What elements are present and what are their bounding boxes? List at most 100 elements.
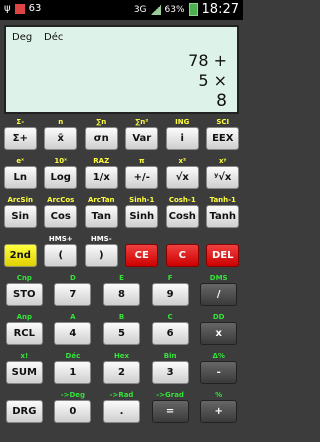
key-secondary-label: ArcSin (7, 196, 33, 204)
key-row: x! SUM Déc 1 Hex 2 Bin 3 Δ% - (0, 352, 243, 388)
key-secondary-label: x! (20, 352, 29, 360)
key-secondary-label: ArcTan (87, 196, 115, 204)
key-ce-button[interactable]: CE (125, 244, 159, 267)
key-sym-button[interactable]: ( (44, 244, 78, 267)
key-0-button[interactable]: 0 (54, 400, 92, 423)
key-secondary-label: DMS (209, 274, 228, 282)
key-secondary-label: DD (212, 313, 225, 321)
key-secondary-label: SCI (216, 118, 230, 126)
key-secondary-label: F (167, 274, 173, 282)
key-sto-button[interactable]: STO (5, 283, 43, 306)
key-secondary-label: Σ- (16, 118, 25, 126)
key-row: DRG ->Deg 0 ->Rad. ->Grad =% + (0, 391, 243, 427)
key-secondary-label: Bin (163, 352, 177, 360)
key-secondary-label: Tanh-1 (209, 196, 236, 204)
battery-percent: 63% (164, 4, 185, 15)
key-secondary-label: B (118, 313, 125, 321)
key-6-button[interactable]: 6 (151, 322, 189, 345)
key-secondary-label: % (215, 391, 223, 399)
key-rcl-button[interactable]: RCL (5, 322, 43, 345)
key-secondary-label: C (167, 313, 173, 321)
key-row: Cnp STO D 7 E 8 F 9 DMS / (0, 274, 243, 310)
key-x-button[interactable]: x (200, 322, 238, 345)
status-bar: ψ 63 3G 63% 18:27 (0, 0, 243, 20)
key-cos-button[interactable]: Cos (44, 205, 78, 228)
key-c-button[interactable]: C (165, 244, 199, 267)
key-x-button[interactable]: √x (165, 166, 199, 189)
key-4-button[interactable]: 4 (54, 322, 92, 345)
usb-icon: ψ (4, 3, 11, 14)
key-secondary-label: ->Rad (109, 391, 134, 399)
key-2-button[interactable]: 2 (103, 361, 140, 384)
clock: 18:27 (201, 2, 239, 17)
key-sym-button[interactable]: = (151, 400, 189, 423)
key-x-button[interactable]: x̄ (44, 127, 78, 150)
key-sin-button[interactable]: Sin (3, 205, 37, 228)
angle-mode: Deg (12, 32, 33, 43)
key-sym-button[interactable]: +/- (125, 166, 159, 189)
key-secondary-label: ING (175, 118, 190, 126)
key-5-button[interactable]: 5 (103, 322, 140, 345)
key-3-button[interactable]: 3 (151, 361, 189, 384)
key-secondary-label: E (119, 274, 124, 282)
key-secondary-label: Anp (16, 313, 32, 321)
key-2nd-button[interactable]: 2nd (3, 244, 37, 267)
key-sym-button[interactable]: ) (84, 244, 118, 267)
key-secondary-label: D (69, 274, 76, 282)
key-secondary-label: HMS+ (48, 235, 73, 243)
key-row: eˣ Ln 10ˣ Log RAZ 1/x π +/- x² √x xʸ ʸ√x (0, 157, 243, 193)
key-drg-button[interactable]: DRG (5, 400, 43, 423)
key-sym-button[interactable]: . (103, 400, 140, 423)
key-cosh-button[interactable]: Cosh (165, 205, 199, 228)
notification-icon (14, 3, 25, 14)
key-sym-button[interactable]: Σ+ (3, 127, 37, 150)
key-i-button[interactable]: i (165, 127, 199, 150)
key-n-button[interactable]: σn (84, 127, 118, 150)
key-tanh-button[interactable]: Tanh (206, 205, 240, 228)
key-row: Σ- Σ+ n x̄ ∑n σn ∑n² Var ING i SCI EEX (0, 118, 243, 154)
key-secondary-label: x² (178, 157, 187, 165)
key-secondary-label: HMS- (90, 235, 112, 243)
number-base: Déc (44, 32, 64, 43)
key-secondary-label: ∑n² (135, 118, 149, 126)
key-sym-button[interactable]: - (200, 361, 238, 384)
battery-icon (188, 3, 198, 16)
key-1-x-button[interactable]: 1/x (84, 166, 118, 189)
calculator-display: Deg Déc 78 + 5 × 8 (4, 25, 239, 114)
key-secondary-label: Cnp (16, 274, 32, 282)
key-secondary-label: Δ% (212, 352, 225, 360)
display-line-1: 78 + (188, 51, 227, 70)
signal-icon (150, 4, 161, 15)
key-secondary-label: ->Deg (60, 391, 86, 399)
key-log-button[interactable]: Log (44, 166, 78, 189)
key-secondary-label: A (70, 313, 76, 321)
key-del-button[interactable]: DEL (206, 244, 240, 267)
key-eex-button[interactable]: EEX (206, 127, 240, 150)
key-secondary-label: eˣ (16, 157, 25, 165)
key-secondary-label: Déc (65, 352, 81, 360)
key-secondary-label: n (58, 118, 64, 126)
key-var-button[interactable]: Var (125, 127, 159, 150)
key-x-button[interactable]: ʸ√x (206, 166, 240, 189)
network-type: 3G (133, 4, 147, 15)
key-secondary-label: ArcCos (47, 196, 75, 204)
key-sinh-button[interactable]: Sinh (125, 205, 159, 228)
key-9-button[interactable]: 9 (151, 283, 189, 306)
key-row: ArcSin Sin ArcCos Cos ArcTan Tan Sinh-1 Sinh Cos… (0, 196, 243, 232)
key-sym-button[interactable]: + (200, 400, 238, 423)
key-sym-button[interactable]: / (200, 283, 238, 306)
key-7-button[interactable]: 7 (54, 283, 92, 306)
key-secondary-label: ∑n (96, 118, 107, 126)
display-line-3: 8 (216, 91, 227, 111)
key-secondary-label: RAZ (93, 157, 110, 165)
key-8-button[interactable]: 8 (103, 283, 140, 306)
key-row: 2nd HMS+( HMS-) CE C DEL (0, 235, 243, 271)
display-line-2: 5 × (198, 71, 227, 90)
key-ln-button[interactable]: Ln (3, 166, 37, 189)
key-secondary-label: ->Grad (156, 391, 184, 399)
key-tan-button[interactable]: Tan (84, 205, 118, 228)
key-row: Anp RCL A 4 B 5 C 6 DD x (0, 313, 243, 349)
key-sum-button[interactable]: SUM (5, 361, 43, 384)
key-1-button[interactable]: 1 (54, 361, 92, 384)
notification-count: 63 (28, 3, 42, 14)
